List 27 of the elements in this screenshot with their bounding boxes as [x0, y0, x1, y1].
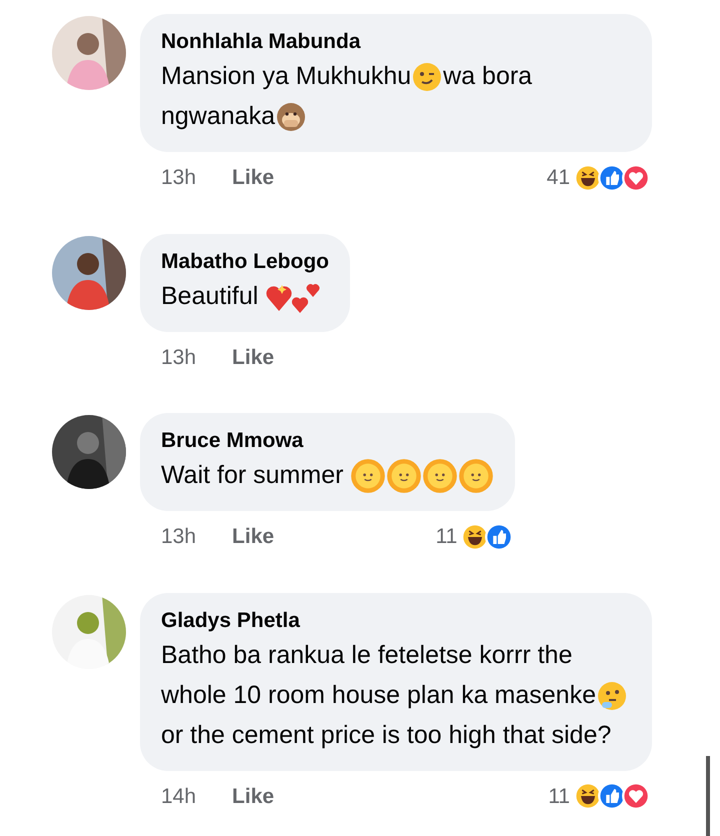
like-link[interactable]: Like — [232, 342, 274, 373]
commenter-name[interactable]: Nonhlahla Mabunda — [161, 28, 631, 56]
commenter-name[interactable]: Gladys Phetla — [161, 606, 631, 634]
like-link[interactable]: Like — [232, 780, 274, 812]
comment-text: Batho ba rankua le feteletse korrr the whole 10 room house plan ka masenke or the cement price is too high that side? — [161, 634, 631, 754]
winking-face-icon — [411, 61, 444, 94]
comment-time: 13h — [161, 344, 196, 370]
comment-time: 13h — [161, 524, 196, 550]
scrollbar[interactable] — [706, 756, 710, 836]
reaction-count: 41 — [546, 165, 570, 191]
thinking-face-icon — [596, 680, 628, 712]
sun-face-icon — [350, 458, 386, 494]
commenter-name[interactable]: Mabatho Lebogo — [161, 248, 329, 276]
like-link[interactable]: Like — [232, 162, 274, 194]
reaction-count: 11 — [436, 524, 458, 550]
sun-face-icon — [458, 458, 494, 494]
comment-time: 13h — [161, 165, 196, 191]
comment-time: 14h — [161, 784, 196, 810]
like-link[interactable]: Like — [232, 521, 274, 552]
sun-face-icon — [386, 458, 422, 494]
monkey-face-icon — [274, 101, 307, 134]
comment-text: Mansion ya Mukhukhu wa bora ngwanaka — [161, 56, 631, 136]
commenter-name[interactable]: Bruce Mmowa — [161, 427, 494, 455]
comment-text: Wait for summer — [161, 455, 494, 495]
reaction-count: 11 — [548, 784, 570, 810]
comment-text: Beautiful — [161, 276, 329, 316]
sun-face-icon — [422, 458, 458, 494]
